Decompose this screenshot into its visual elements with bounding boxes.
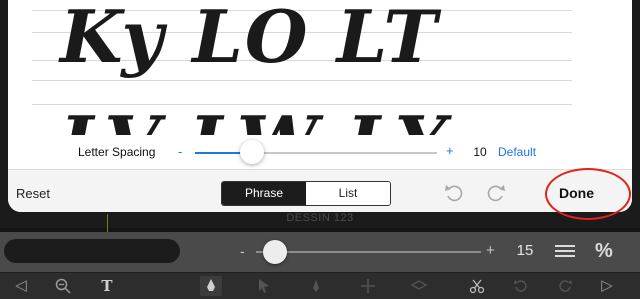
size-increase-button[interactable]: + — [486, 242, 495, 259]
menu-icon[interactable] — [555, 242, 575, 260]
undo-bottom-icon[interactable] — [510, 276, 532, 296]
redo-icon[interactable] — [485, 182, 507, 204]
brush-icon[interactable] — [305, 276, 327, 296]
segment-phrase[interactable]: Phrase — [222, 182, 306, 205]
size-value: 15 — [516, 242, 534, 259]
default-button[interactable]: Default — [498, 145, 536, 159]
segment-list[interactable]: List — [306, 182, 390, 205]
text-tool-icon[interactable]: T — [96, 276, 118, 296]
letter-spacing-slider-track[interactable] — [195, 152, 437, 154]
letter-spacing-decrease-button[interactable]: - — [178, 144, 182, 159]
move-icon[interactable] — [357, 276, 379, 296]
screen: DESSIN 123 - + 15 % ◁ T ▷ Ky LO LT Lette… — [0, 0, 640, 299]
undo-icon[interactable] — [443, 182, 465, 204]
pointer-icon[interactable] — [253, 276, 275, 296]
document-label: DESSIN 123 — [286, 212, 354, 224]
next-icon[interactable]: ▷ — [596, 276, 618, 296]
letter-spacing-label: Letter Spacing — [78, 145, 156, 159]
kerning-preview: Ky LO LT LV LW LY — [8, 0, 632, 135]
preview-text-line-2: LV LW LY — [60, 100, 448, 135]
guide-line — [32, 80, 572, 81]
size-slider-knob[interactable] — [263, 240, 287, 264]
percent-icon[interactable]: % — [595, 240, 613, 263]
stroke-preview[interactable] — [4, 239, 180, 263]
pen-icon[interactable] — [200, 276, 222, 296]
letter-spacing-value: 10 — [473, 145, 487, 159]
size-decrease-button[interactable]: - — [240, 243, 245, 259]
redo-bottom-icon[interactable] — [554, 276, 576, 296]
annotation-circle — [545, 168, 631, 220]
zoom-out-icon[interactable] — [52, 276, 74, 296]
mode-segmented-control: Phrase List — [221, 181, 391, 206]
layers-icon[interactable] — [408, 276, 430, 296]
preview-text-line-1: Ky LO LT — [60, 0, 439, 79]
size-slider-track[interactable] — [256, 251, 481, 253]
previous-icon[interactable]: ◁ — [10, 276, 32, 296]
letter-spacing-increase-button[interactable]: + — [446, 143, 454, 158]
scissors-icon[interactable] — [466, 276, 488, 296]
letter-spacing-slider-knob[interactable] — [240, 140, 264, 164]
reset-button[interactable]: Reset — [16, 186, 50, 201]
